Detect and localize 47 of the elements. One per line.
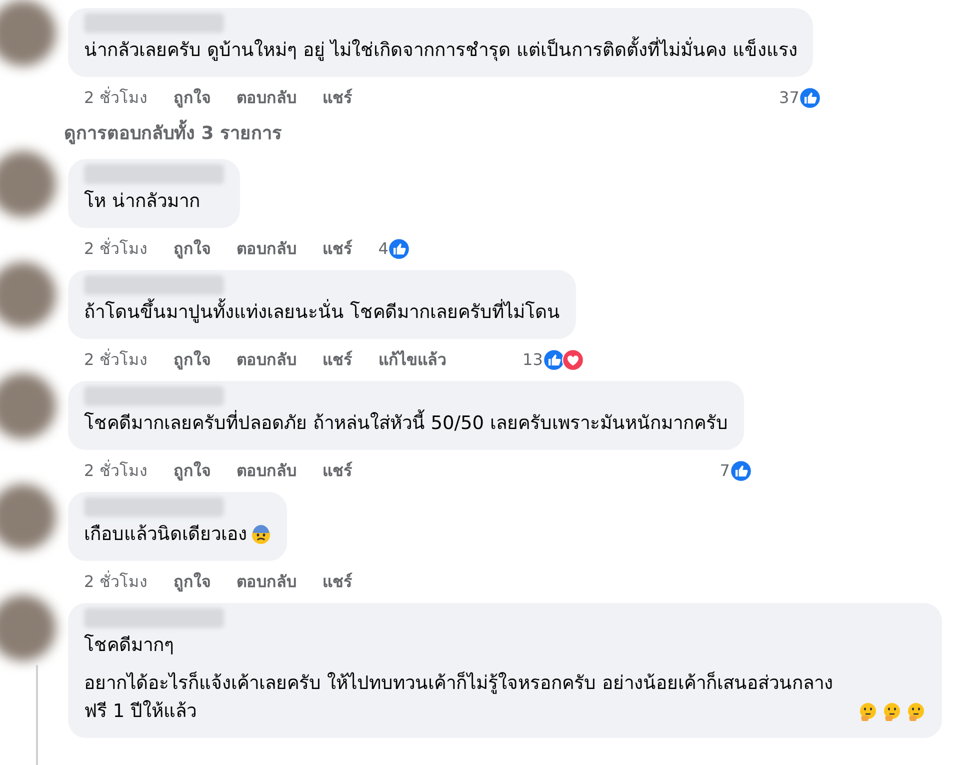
- timestamp: 2 ชั่วโมง: [84, 86, 148, 109]
- view-replies-link[interactable]: ดูการตอบกลับทั้ง 3 รายการ: [64, 119, 282, 149]
- action-link[interactable]: ตอบกลับ: [236, 570, 296, 594]
- action-link[interactable]: ถูกใจ: [173, 86, 210, 110]
- like-icon: [542, 349, 565, 371]
- timestamp: 2 ชั่วโมง: [84, 570, 148, 593]
- reaction-count[interactable]: 37: [779, 86, 822, 110]
- anxious-face-icon: [251, 525, 271, 545]
- like-icon: [730, 460, 752, 482]
- edited-label: แก้ไขแล้ว: [378, 349, 446, 371]
- face-icon: [906, 702, 926, 722]
- reaction-count[interactable]: 7: [720, 459, 752, 483]
- timestamp: 2 ชั่วโมง: [84, 237, 148, 260]
- avatar[interactable]: [0, 373, 56, 439]
- action-link[interactable]: แชร์: [322, 459, 352, 483]
- avatar[interactable]: [0, 151, 56, 217]
- avatar[interactable]: [0, 262, 56, 328]
- comment-text: โชคดีมากๆ: [84, 633, 174, 658]
- action-link[interactable]: แชร์: [322, 237, 352, 261]
- like-icon: [799, 87, 822, 109]
- action-link[interactable]: ตอบกลับ: [236, 459, 296, 483]
- avatar[interactable]: [0, 595, 56, 661]
- comment-text: น่ากลัวเลยครับ ดูบ้านใหม่ๆ อยู่ ไม่ใช่เกิดจากการชำรุด แต่เป็นการติดตั้งที่ไม่มั่นคง แข็งแรง: [84, 37, 798, 65]
- timestamp: 2 ชั่วโมง: [84, 348, 148, 371]
- avatar[interactable]: [0, 484, 56, 550]
- action-link[interactable]: ตอบกลับ: [236, 348, 296, 372]
- action-link[interactable]: ถูกใจ: [173, 570, 210, 594]
- comment-text: อยากได้อะไรก็แจ้งเค้าเลยครับ ให้ไปทบทวนเค้าก็ไม่รู้ใจหรอกครับ อย่างน้อยเค้าก็เสนอส่วนกลาง ฟรี 1 ปีให้แล้ว: [84, 670, 834, 724]
- comment-text: โชคดีมากเลยครับที่ปลอดภัย ถ้าหล่นใส่หัวนี้ 50/50 เลยครับเพราะมันหนักมากครับ: [84, 410, 728, 438]
- action-link[interactable]: แชร์: [322, 348, 352, 372]
- face-icon: [882, 702, 902, 722]
- action-link[interactable]: ถูกใจ: [173, 348, 210, 372]
- comment-text: เกือบแล้วนิดเดียวเอง: [84, 523, 247, 547]
- timestamp: 2 ชั่วโมง: [84, 459, 148, 482]
- action-link[interactable]: ตอบกลับ: [236, 86, 296, 110]
- reaction-count[interactable]: 13: [522, 348, 584, 372]
- like-icon: [388, 238, 410, 260]
- action-link[interactable]: ถูกใจ: [173, 459, 210, 483]
- face-icon: [858, 702, 878, 722]
- comment-text: โห น่ากลัวมาก: [84, 189, 200, 214]
- action-link[interactable]: แชร์: [322, 570, 352, 594]
- reaction-count[interactable]: 4: [378, 237, 410, 261]
- action-link[interactable]: ถูกใจ: [173, 237, 210, 261]
- avatar[interactable]: [0, 0, 56, 66]
- comment-text: ถ้าโดนขึ้นมาปูนทั้งแท่งเลยนะนั่น โชคดีมากเลยครับที่ไม่โดน: [84, 299, 560, 327]
- action-link[interactable]: แชร์: [322, 86, 352, 110]
- action-link[interactable]: ตอบกลับ: [236, 237, 296, 261]
